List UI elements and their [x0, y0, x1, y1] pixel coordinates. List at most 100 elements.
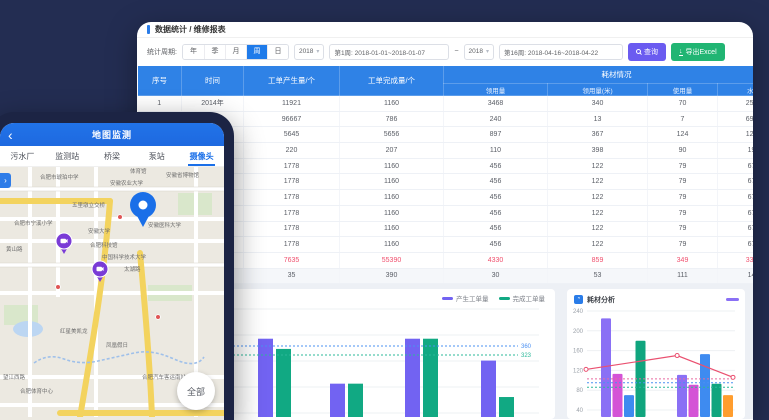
table-cell: 786: [340, 111, 444, 127]
phone-tab-污水厂[interactable]: 污水厂: [0, 146, 45, 166]
consumable-bar[interactable]: [601, 319, 611, 418]
bar-completed[interactable]: [276, 349, 291, 417]
period-option-周[interactable]: 周: [246, 45, 267, 59]
week-start-input[interactable]: 第1周: 2018-01-01~2018-01-07: [329, 44, 449, 60]
table-cell: 190: [718, 143, 754, 159]
bar-completed[interactable]: [348, 384, 363, 417]
map-expander-button[interactable]: ›: [0, 173, 11, 188]
period-option-年[interactable]: 年: [183, 45, 204, 59]
bar-completed[interactable]: [423, 339, 438, 417]
table-cell: 670: [718, 205, 754, 221]
chevron-down-icon: ▾: [486, 48, 489, 55]
consumable-bar[interactable]: [723, 395, 733, 417]
consumable-bar[interactable]: [677, 375, 687, 417]
map-all-button[interactable]: 全部: [177, 372, 215, 410]
table-cell: 1290: [718, 127, 754, 143]
bar-produced[interactable]: [330, 384, 345, 417]
col-group-consumables: 耗材情况: [444, 66, 754, 84]
consumable-legend-swatch: [726, 298, 739, 301]
table-cell: 1778: [244, 158, 340, 174]
table-cell: 5645: [244, 127, 340, 143]
period-option-季[interactable]: 季: [204, 45, 225, 59]
table-cell: 1778: [244, 174, 340, 190]
table-cell: 1778: [244, 237, 340, 253]
year-start-select[interactable]: 2018 ▾: [294, 44, 324, 60]
table-cell: 79: [648, 205, 718, 221]
y-axis-tick: 80: [576, 388, 583, 394]
bar-produced[interactable]: [258, 339, 273, 417]
legend-label: 完成工单量: [513, 293, 546, 303]
poi-marker[interactable]: [156, 315, 161, 320]
phone-page-title: 地图监测: [92, 128, 132, 141]
phone-tab-监测站[interactable]: 监测站: [45, 146, 90, 166]
table-cell: 1160: [340, 190, 444, 206]
map-label: 黄山路: [6, 245, 23, 253]
table-cell: 670: [718, 221, 754, 237]
query-button[interactable]: 查询: [628, 43, 666, 61]
period-option-月[interactable]: 月: [225, 45, 246, 59]
table-cell: 456: [444, 237, 548, 253]
consumable-chart-title: 耗材分析: [587, 295, 722, 305]
table-cell: 1160: [340, 221, 444, 237]
trend-point[interactable]: [584, 368, 588, 372]
bar-completed[interactable]: [499, 397, 514, 417]
query-button-label: 查询: [644, 47, 658, 57]
consumable-bar[interactable]: [613, 374, 623, 417]
table-cell: 122: [548, 221, 648, 237]
table-cell: 35: [244, 268, 340, 284]
legend-item[interactable]: 产生工单量: [442, 293, 489, 303]
table-cell: 79: [648, 174, 718, 190]
col-seq: 序号: [138, 66, 182, 96]
search-icon: [636, 49, 641, 54]
map-label: 体育馆: [130, 167, 147, 175]
phone-tab-桥梁[interactable]: 桥梁: [90, 146, 135, 166]
table-cell: 3300: [718, 252, 754, 268]
bar-produced[interactable]: [481, 361, 496, 417]
year-end-select[interactable]: 2018 ▾: [464, 44, 494, 60]
poi-marker[interactable]: [56, 285, 61, 290]
export-excel-button[interactable]: ↓ 导出Excel: [671, 43, 725, 61]
phone-tab-摄像头[interactable]: 摄像头: [179, 146, 224, 166]
table-cell: 2500: [718, 96, 754, 112]
col-sub: 领用量: [444, 84, 548, 96]
col-sub: 领用量(米): [548, 84, 648, 96]
trend-point[interactable]: [731, 376, 735, 380]
trend-point[interactable]: [675, 354, 679, 358]
consumable-bar[interactable]: [712, 384, 722, 417]
table-cell: 110: [444, 143, 548, 159]
table-cell: 207: [340, 143, 444, 159]
col-sub: 使用量: [648, 84, 718, 96]
map-view[interactable]: 合肥市琥珀中学体育馆安徽省博物馆安徽农业大学五里墩立交桥合肥市宁溪小学安徽大学合…: [0, 167, 224, 420]
table-cell: 1: [138, 96, 182, 112]
legend-item[interactable]: 完成工单量: [499, 293, 546, 303]
map-label: 安徽省博物馆: [166, 171, 200, 179]
map-label: 安徽大学: [88, 227, 111, 235]
week-end-value: 第16周: 2018-04-16~2018-04-22: [504, 47, 598, 57]
table-cell: 53: [548, 268, 648, 284]
table-cell: 670: [718, 174, 754, 190]
bar-produced[interactable]: [405, 339, 420, 417]
legend-swatch-icon: [499, 297, 510, 300]
consumable-bar[interactable]: [689, 385, 699, 417]
period-option-日[interactable]: 日: [267, 45, 288, 59]
filter-toolbar: 统计周期: 年季月周日 2018 ▾ 第1周: 2018-01-01~2018-…: [137, 38, 753, 65]
consumable-bar-line-chart[interactable]: 2402001601208040: [567, 307, 737, 417]
poi-marker[interactable]: [118, 215, 123, 220]
consumable-bar[interactable]: [700, 354, 710, 417]
table-cell: 1160: [340, 174, 444, 190]
table-cell: 456: [444, 174, 548, 190]
back-chevron-icon[interactable]: ‹: [8, 126, 13, 144]
export-button-label: 导出Excel: [686, 47, 717, 57]
phone-tab-泵站[interactable]: 泵站: [134, 146, 179, 166]
table-cell: 96667: [244, 111, 340, 127]
table-cell: 1778: [244, 190, 340, 206]
table-cell: 897: [444, 127, 548, 143]
col-sub: 水量: [718, 84, 754, 96]
week-end-input[interactable]: 第16周: 2018-04-16~2018-04-22: [499, 44, 623, 60]
consumable-bar[interactable]: [624, 395, 634, 417]
map-label: 安徽农业大学: [110, 179, 144, 187]
reference-line-label: 323: [521, 353, 532, 359]
download-icon: ↓: [679, 48, 683, 56]
table-cell: 1160: [340, 205, 444, 221]
table-cell: 2014年: [182, 96, 244, 112]
